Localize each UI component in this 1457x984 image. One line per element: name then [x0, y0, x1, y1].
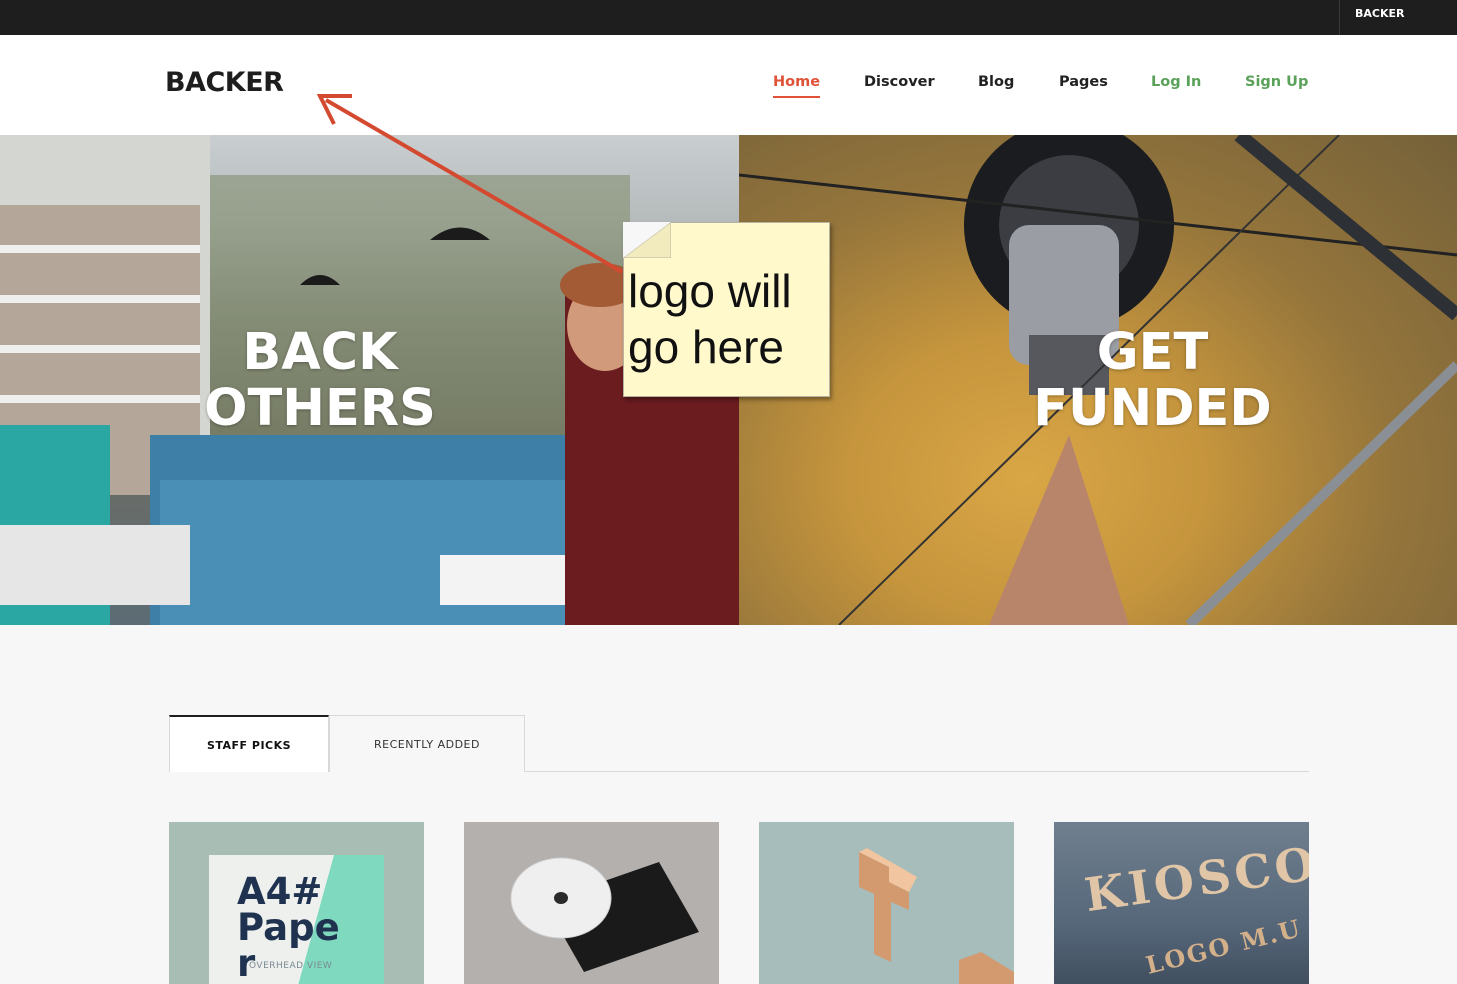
main-nav: Home Discover Blog Pages Log In Sign Up — [0, 74, 1457, 98]
nav-log-in[interactable]: Log In — [1151, 74, 1201, 90]
hero-right-title-line1: GET — [1096, 323, 1209, 382]
hero-left-title: BACK OTHERS — [200, 325, 440, 437]
site-header: BACKER Home Discover Blog Pages Log In S… — [0, 35, 1457, 135]
hero-right-title-line2: FUNDED — [1033, 379, 1272, 438]
nav-blog[interactable]: Blog — [978, 74, 1014, 90]
paper-mockup-line1: A4# — [237, 870, 323, 913]
hero-left-title-line2: OTHERS — [204, 379, 436, 438]
sticky-note-text: logo will go here — [628, 265, 792, 373]
nav-pages[interactable]: Pages — [1059, 74, 1108, 90]
folded-corner-icon — [623, 222, 671, 258]
paper-mockup-text: A4# Pape r OVERHEAD VIEW — [237, 870, 340, 982]
nav-discover[interactable]: Discover — [864, 74, 935, 90]
top-bar: BACKER — [0, 0, 1457, 35]
nav-home[interactable]: Home — [773, 74, 821, 98]
kiosco-sign-text: KIOSCO — [1081, 835, 1309, 923]
project-tabs: STAFF PICKS RECENTLY ADDED — [169, 715, 1309, 772]
kiosco-sign-subtext: LOGO M.U — [1142, 913, 1305, 980]
wood-letters-image — [859, 848, 1014, 984]
sticky-note: logo will go here — [623, 222, 830, 397]
tab-staff-picks[interactable]: STAFF PICKS — [169, 715, 329, 772]
hero-left-title-line1: BACK — [242, 323, 398, 382]
hero-right-title: GET FUNDED — [1020, 325, 1285, 437]
topbar-brand-link[interactable]: BACKER — [1339, 0, 1457, 35]
paper-mockup-line2: Pape — [237, 906, 340, 949]
project-card[interactable] — [464, 822, 719, 984]
cd-mockup-image — [510, 857, 699, 972]
tab-recently-added[interactable]: RECENTLY ADDED — [329, 715, 525, 772]
nav-sign-up[interactable]: Sign Up — [1245, 74, 1308, 90]
project-card[interactable] — [759, 822, 1014, 984]
paper-mockup-caption: OVERHEAD VIEW — [249, 961, 333, 971]
project-card[interactable]: KIOSCO LOGO M.U — [1054, 822, 1309, 984]
project-card[interactable]: A4# Pape r OVERHEAD VIEW — [169, 822, 424, 984]
